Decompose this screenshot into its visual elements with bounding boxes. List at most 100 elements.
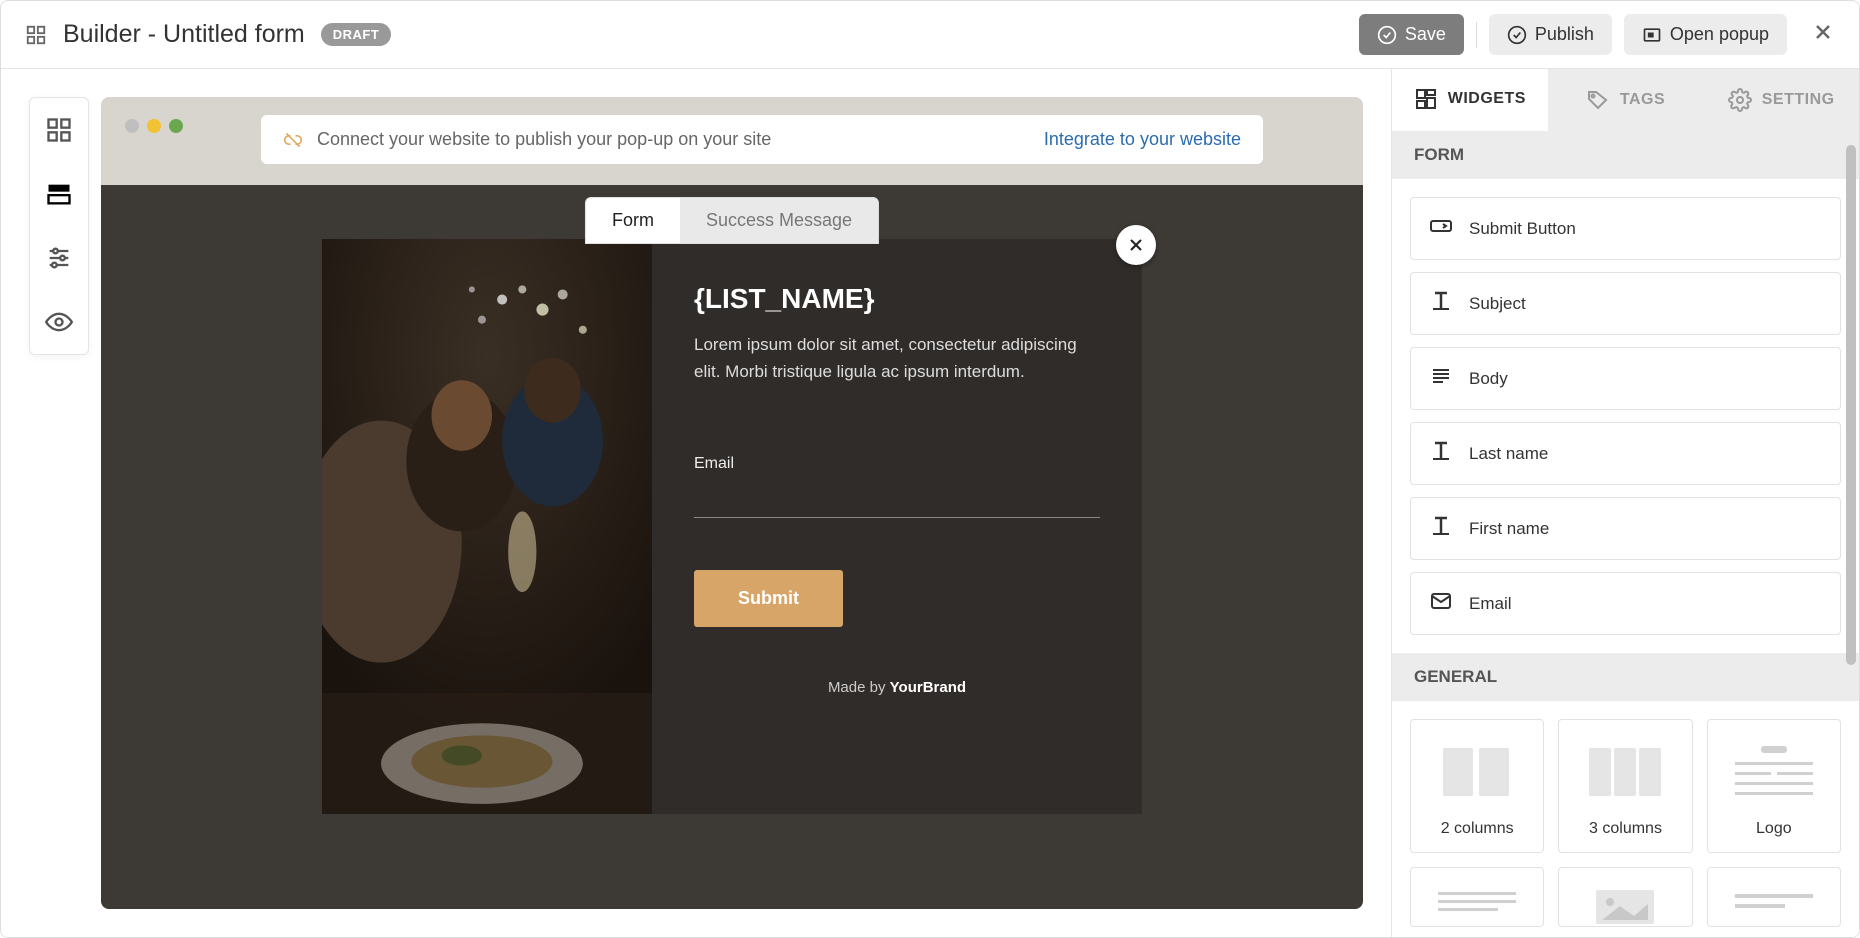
preview-2-columns — [1421, 738, 1533, 806]
save-button[interactable]: Save — [1359, 14, 1464, 55]
popup-preview: {LIST_NAME} Lorem ipsum dolor sit amet, … — [322, 239, 1142, 814]
right-panel: WIDGETS TAGS SETTING FORM Submit ButtonS… — [1391, 69, 1859, 937]
widget-logo[interactable]: Logo — [1707, 719, 1841, 853]
popup-title[interactable]: {LIST_NAME} — [694, 283, 1100, 315]
widget-item-label: Last name — [1469, 444, 1548, 464]
text-icon — [1429, 289, 1453, 318]
widget-item-label: Submit Button — [1469, 219, 1576, 239]
tool-settings[interactable] — [30, 226, 88, 290]
tag-icon — [1586, 88, 1610, 112]
gear-icon — [1728, 88, 1752, 112]
tool-preview[interactable] — [30, 290, 88, 354]
close-icon — [1811, 20, 1835, 44]
widget-item-subject[interactable]: Subject — [1410, 272, 1841, 335]
publish-button-label: Publish — [1535, 24, 1594, 45]
panel-tab-widgets-label: WIDGETS — [1448, 90, 1526, 108]
email-label: Email — [694, 455, 1100, 473]
left-toolbar — [29, 97, 89, 355]
open-popup-button-label: Open popup — [1670, 24, 1769, 45]
preview-tab-switcher: Form Success Message — [585, 197, 879, 244]
widget-item-submit-button[interactable]: Submit Button — [1410, 197, 1841, 260]
widget-2-columns[interactable]: 2 columns — [1410, 719, 1544, 853]
preview-backdrop: Form Success Message — [101, 185, 1363, 909]
page-title: Builder - Untitled form — [63, 20, 305, 49]
dot-red — [125, 119, 139, 133]
panel-tab-setting[interactable]: SETTING — [1703, 69, 1859, 131]
panel-tab-tags-label: TAGS — [1620, 91, 1665, 109]
widget-item-label: Email — [1469, 594, 1512, 614]
text-icon — [1429, 439, 1453, 468]
popup-icon — [1642, 25, 1662, 45]
builder-icon — [25, 24, 47, 46]
widget-item-body[interactable]: Body — [1410, 347, 1841, 410]
divider — [1476, 22, 1477, 48]
close-icon — [1126, 235, 1146, 255]
made-by-text: Made by — [828, 679, 890, 696]
widget-item-label: Body — [1469, 369, 1508, 389]
popup-close-button[interactable] — [1116, 225, 1156, 265]
popup-image — [322, 239, 652, 814]
panel-tab-setting-label: SETTING — [1762, 91, 1835, 109]
widget-item-label: First name — [1469, 519, 1549, 539]
section-general-title: GENERAL — [1392, 653, 1859, 701]
tab-success-message[interactable]: Success Message — [680, 198, 878, 243]
tool-widgets[interactable] — [30, 98, 88, 162]
tool-layout[interactable] — [30, 162, 88, 226]
close-button[interactable] — [1811, 20, 1835, 49]
integration-banner: Connect your website to publish your pop… — [261, 115, 1263, 164]
preview-3-columns — [1569, 738, 1681, 806]
widget-3-columns[interactable]: 3 columns — [1558, 719, 1692, 853]
tab-form[interactable]: Form — [586, 198, 680, 243]
integrate-link[interactable]: Integrate to your website — [1044, 129, 1241, 150]
widget-item-first-name[interactable]: First name — [1410, 497, 1841, 560]
browser-dots — [125, 119, 183, 133]
publish-button[interactable]: Publish — [1489, 14, 1612, 55]
sliders-icon — [45, 244, 73, 272]
preview-text-block — [1421, 886, 1533, 926]
body-icon — [1429, 364, 1453, 393]
browser-frame: Connect your website to publish your pop… — [101, 97, 1363, 909]
general-widgets-grid: 2 columns 3 columns Logo — [1392, 701, 1859, 937]
preview-mixed-block — [1718, 886, 1830, 926]
submit-icon — [1429, 214, 1453, 243]
widget-label: 3 columns — [1589, 820, 1662, 838]
popup-content: {LIST_NAME} Lorem ipsum dolor sit amet, … — [652, 239, 1142, 814]
canvas-area: Connect your website to publish your pop… — [1, 69, 1391, 937]
widget-label: Logo — [1756, 820, 1792, 838]
panel-tabs: WIDGETS TAGS SETTING — [1392, 69, 1859, 131]
section-form-title: FORM — [1392, 131, 1859, 179]
check-circle-icon — [1377, 25, 1397, 45]
mail-icon — [1429, 589, 1453, 618]
save-button-label: Save — [1405, 24, 1446, 45]
dot-green — [169, 119, 183, 133]
text-icon — [1429, 514, 1453, 543]
brand-name: YourBrand — [890, 679, 966, 696]
widget-card-partial[interactable] — [1707, 867, 1841, 927]
widget-item-email[interactable]: Email — [1410, 572, 1841, 635]
widget-label: 2 columns — [1441, 820, 1514, 838]
banner-text: Connect your website to publish your pop… — [317, 129, 771, 150]
dot-yellow — [147, 119, 161, 133]
popup-footer: Made by YourBrand — [694, 679, 1100, 696]
email-input[interactable] — [694, 483, 1100, 518]
app-header: Builder - Untitled form DRAFT Save Publi… — [1, 1, 1859, 69]
submit-button[interactable]: Submit — [694, 570, 843, 627]
preview-image-block — [1569, 886, 1681, 926]
form-widgets-list: Submit Button Subject Body Last name First n… — [1392, 179, 1859, 653]
popup-description[interactable]: Lorem ipsum dolor sit amet, consectetur … — [694, 331, 1100, 385]
draft-badge: DRAFT — [321, 23, 392, 46]
open-popup-button[interactable]: Open popup — [1624, 14, 1787, 55]
unlink-icon — [283, 130, 303, 150]
panel-tab-widgets[interactable]: WIDGETS — [1392, 69, 1548, 131]
widget-item-last-name[interactable]: Last name — [1410, 422, 1841, 485]
widget-item-label: Subject — [1469, 294, 1526, 314]
widget-card-partial[interactable] — [1558, 867, 1692, 927]
check-circle-icon — [1507, 25, 1527, 45]
preview-logo — [1718, 738, 1830, 806]
panel-tab-tags[interactable]: TAGS — [1548, 69, 1704, 131]
widget-card-partial[interactable] — [1410, 867, 1544, 927]
widgets-icon — [1414, 87, 1438, 111]
layout-icon — [45, 180, 73, 208]
eye-icon — [45, 308, 73, 336]
scrollbar[interactable] — [1846, 145, 1856, 665]
